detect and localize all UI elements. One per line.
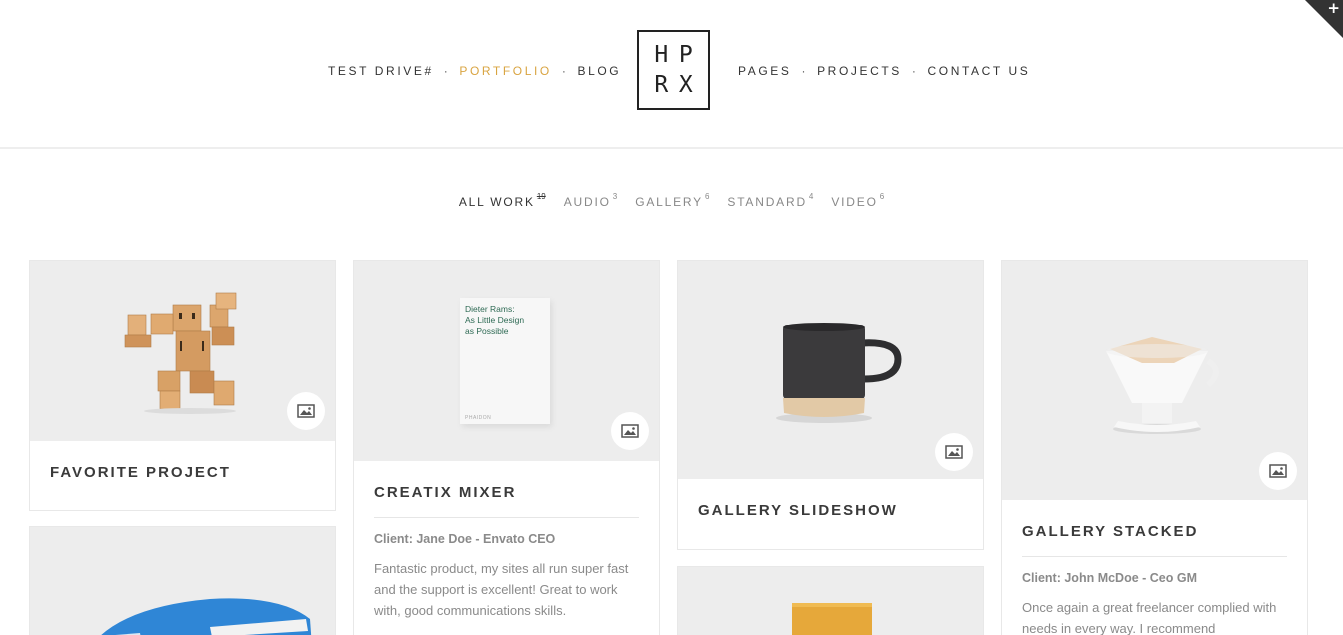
- filter-label: GALLERY: [635, 195, 703, 209]
- portfolio-card-gallery-slideshow[interactable]: GALLERY SLIDESHOW: [677, 260, 984, 550]
- filter-label: VIDEO: [831, 195, 878, 209]
- nav-item-portfolio[interactable]: PORTFOLIO: [459, 64, 552, 78]
- book-cover: Dieter Rams: As Little Design as Possibl…: [460, 298, 550, 424]
- image-icon: [945, 445, 963, 459]
- portfolio-card-creatix-mixer[interactable]: Dieter Rams: As Little Design as Possibl…: [353, 260, 660, 635]
- nav-item-blog[interactable]: BLOG: [577, 64, 621, 78]
- filter-count: 4: [808, 192, 814, 201]
- portfolio-card-next[interactable]: [677, 566, 984, 635]
- filter-standard[interactable]: STANDARD 4: [727, 192, 814, 209]
- logo-letter: P: [678, 42, 693, 68]
- card-client: Client: John McDoe - Ceo GM: [1022, 571, 1197, 585]
- logo-letter: X: [678, 72, 693, 98]
- book-publisher: PHAIDON: [465, 415, 492, 421]
- card-title[interactable]: CREATIX MIXER: [374, 484, 639, 501]
- book-title-line: as Possible: [465, 326, 509, 336]
- filter-count: 6: [879, 192, 885, 201]
- filter-audio[interactable]: AUDIO 3: [563, 192, 618, 209]
- filter-count: 6: [704, 192, 710, 201]
- image-post-badge[interactable]: [1259, 452, 1297, 490]
- card-image-mug[interactable]: [678, 261, 983, 479]
- image-post-badge[interactable]: [287, 392, 325, 430]
- nav-separator: ·: [561, 64, 569, 78]
- nav-separator: ·: [801, 64, 809, 78]
- card-divider: [1022, 556, 1287, 557]
- image-icon: [297, 404, 315, 418]
- book-title-line: Dieter Rams:: [465, 304, 515, 314]
- nav-right: PAGES · PROJECTS · CONTACT US: [738, 64, 1030, 78]
- nav-separator: ·: [911, 64, 919, 78]
- filter-gallery[interactable]: GALLERY 6: [635, 192, 710, 209]
- card-divider: [374, 517, 639, 518]
- book-title-line: As Little Design: [465, 315, 525, 325]
- site-logo[interactable]: H P R X: [637, 30, 710, 110]
- nav-item-projects[interactable]: PROJECTS: [817, 64, 902, 78]
- image-post-badge[interactable]: [935, 433, 973, 471]
- filter-video[interactable]: VIDEO 6: [831, 192, 885, 209]
- filter-count: 19: [536, 192, 546, 201]
- plus-icon[interactable]: +: [1327, 0, 1340, 17]
- filter-label: STANDARD: [727, 195, 807, 209]
- orange-box-image: [792, 603, 872, 635]
- nav-item-pages[interactable]: PAGES: [738, 64, 791, 78]
- portfolio-filters: ALL WORK 19 AUDIO 3 GALLERY 6 STANDARD 4 VID…: [0, 192, 1343, 209]
- card-image-robot[interactable]: [30, 261, 335, 441]
- logo-letter: R: [654, 72, 669, 98]
- nav-item-test-drive[interactable]: TEST DRIVE#: [328, 64, 434, 78]
- filter-all-work[interactable]: ALL WORK 19: [458, 192, 546, 209]
- card-title[interactable]: GALLERY SLIDESHOW: [698, 502, 963, 519]
- filter-label: AUDIO: [563, 195, 611, 209]
- filter-count: 3: [612, 192, 618, 201]
- nav-separator: ·: [443, 64, 451, 78]
- nav-item-contact-us[interactable]: CONTACT US: [928, 64, 1031, 78]
- card-title[interactable]: FAVORITE PROJECT: [50, 464, 315, 481]
- portfolio-card-gallery-stacked[interactable]: GALLERY STACKED Client: John McDoe - Ceo…: [1001, 260, 1308, 635]
- logo-letter: H: [654, 42, 669, 68]
- card-description: Fantastic product, my sites all run supe…: [374, 561, 629, 618]
- card-title[interactable]: GALLERY STACKED: [1022, 523, 1287, 540]
- card-image-book[interactable]: Dieter Rams: As Little Design as Possibl…: [354, 261, 659, 461]
- image-icon: [1269, 464, 1287, 478]
- image-icon: [621, 424, 639, 438]
- filter-label: ALL WORK: [458, 195, 535, 209]
- site-header: TEST DRIVE# · PORTFOLIO · BLOG H P R X P…: [0, 0, 1343, 149]
- card-image-dripper[interactable]: [1002, 261, 1307, 500]
- blue-object-image: [101, 598, 312, 635]
- nav-left: TEST DRIVE# · PORTFOLIO · BLOG: [328, 64, 621, 78]
- card-client: Client: Jane Doe - Envato CEO: [374, 532, 556, 546]
- portfolio-card-favorite-project[interactable]: FAVORITE PROJECT: [29, 260, 336, 511]
- image-post-badge[interactable]: [611, 412, 649, 450]
- card-image-orange-box[interactable]: [678, 567, 983, 635]
- card-description: Once again a great freelancer complied w…: [1022, 600, 1277, 635]
- card-image-blue-object[interactable]: [30, 527, 335, 635]
- portfolio-card-next[interactable]: [29, 526, 336, 635]
